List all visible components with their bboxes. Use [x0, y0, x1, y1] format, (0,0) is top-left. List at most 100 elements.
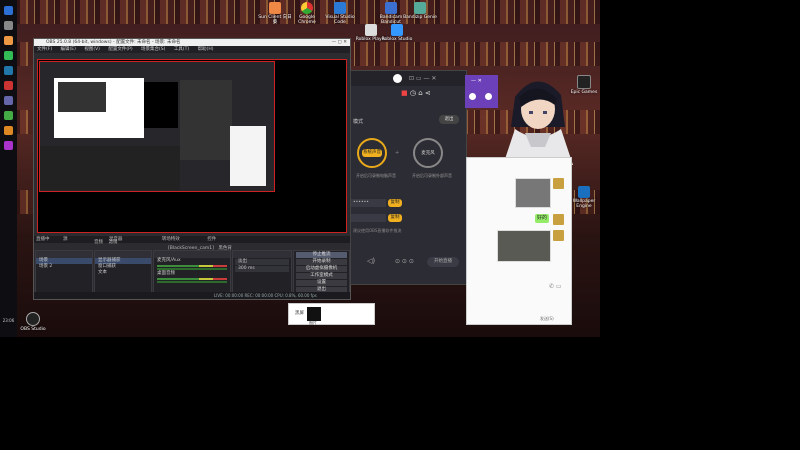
home-icon[interactable]: ⌂ [418, 89, 422, 97]
virtual-camera-button[interactable]: 启动虚拟摄像机 [296, 266, 347, 272]
roblox-icon [365, 24, 377, 36]
obs-hint: 建议使用OBS直播软件推流 [353, 228, 402, 233]
help-icon[interactable] [485, 93, 492, 100]
chrome-icon [301, 2, 313, 14]
stream-key-field[interactable]: •••••• [351, 199, 386, 207]
desktop-icon-label: Wallpaper Engine [572, 199, 596, 209]
transitions-dock-header [233, 251, 291, 258]
nested-app [180, 80, 232, 160]
menu-file[interactable]: 文件(F) [37, 47, 52, 52]
menu-edit[interactable]: 编辑(E) [61, 47, 76, 52]
volume-slider[interactable] [157, 281, 227, 283]
settings-button[interactable]: 设置 [296, 280, 347, 286]
filter-tab[interactable]: 滤镜 [108, 240, 117, 245]
avatar[interactable] [553, 178, 564, 189]
desktop-icon-vscode[interactable]: Visual Studio Code [323, 2, 357, 25]
menu-profile[interactable]: 配置文件(P) [108, 47, 132, 52]
copy-key-button[interactable]: 复制 [388, 199, 402, 207]
bandicam-icon [385, 2, 397, 14]
quit-button[interactable]: 退出 [439, 115, 459, 124]
window-title: OBS 25.0.8 (64-bit, windows) - 配置文件: 未命名… [46, 40, 181, 45]
mic-toggle[interactable]: 麦克风 [413, 138, 443, 168]
clock[interactable]: 23:06 [0, 318, 17, 323]
desktop-icon-bandizip[interactable]: Bandizip Genie [403, 2, 437, 20]
vscode-icon[interactable] [4, 66, 13, 75]
app-icon[interactable] [4, 141, 13, 150]
menu-view[interactable]: 视图(V) [84, 47, 100, 52]
obs-titlebar[interactable]: OBS 25.0.8 (64-bit, windows) - 配置文件: 未命名… [34, 39, 350, 46]
add-icon[interactable] [469, 93, 476, 100]
desktop-icon-chrome[interactable]: Google Chrome [290, 2, 324, 25]
settings-icons[interactable]: ⊙ ⊙ ⊙ [395, 258, 414, 265]
popup-caption2: 图片 [309, 320, 317, 325]
obs-preview[interactable] [37, 59, 347, 233]
avatar[interactable] [553, 214, 564, 225]
folder-icon[interactable] [4, 126, 13, 135]
start-live-button[interactable]: 开始直播 [427, 257, 459, 267]
share-icon[interactable]: ⋖ [425, 89, 431, 97]
copy-url-button[interactable]: 复制 [388, 214, 402, 222]
sources-dock-header [95, 251, 151, 258]
anime-character-image [503, 81, 573, 165]
scene-item[interactable]: 场景 2 [36, 264, 92, 270]
menu-tools[interactable]: 工具(T) [174, 47, 189, 52]
obs-window[interactable]: OBS 25.0.8 (64-bit, windows) - 配置文件: 未命名… [33, 38, 351, 300]
studio-mode-button[interactable]: 工作室模式 [296, 273, 347, 279]
stop-streaming-button[interactable]: 停止推流 [296, 252, 347, 258]
menu-help[interactable]: 帮助(H) [198, 47, 214, 52]
toolbar-icons[interactable]: ■ ◷ ⌂ ⋖ [401, 89, 431, 97]
obs-menubar: 文件(F) 编辑(E) 视图(V) 配置文件(P) 场景集合(S) 工具(T) … [34, 46, 350, 53]
server-url-field[interactable] [351, 214, 386, 222]
start-icon[interactable] [4, 6, 13, 15]
nested-capture [58, 82, 106, 112]
app-logo-icon [393, 74, 402, 83]
gift-icon[interactable]: ■ [401, 89, 408, 97]
purple-panel: — ✕ [465, 75, 498, 108]
desktop-icon-label: OBS Studio [20, 327, 46, 332]
system-audio-toggle[interactable]: 系统声音 [357, 138, 387, 168]
window-controls[interactable]: ⊡ ▭ — ✕ [409, 75, 436, 82]
volume-slider[interactable] [157, 268, 227, 270]
desktop-icon-obs[interactable]: OBS Studio [16, 312, 50, 332]
desktop-icon-roblox-studio[interactable]: Roblox Studio [380, 24, 414, 42]
mic-caption: 开启后可录制外部声音 [412, 173, 452, 178]
app-icon[interactable] [4, 81, 13, 90]
chat-image-bubble[interactable] [497, 230, 551, 262]
transitions-dock: 淡出 300 ms [232, 250, 292, 298]
phone-icon[interactable]: ✆ ▭ [549, 283, 562, 290]
audio-tab[interactable]: 音频 [94, 240, 103, 245]
chat-window[interactable]: 好的 ✆ ▭ 发送(S) [466, 157, 572, 325]
mixer-channel-label: 桌面音频 [157, 271, 175, 276]
app-icon[interactable] [4, 111, 13, 120]
chat-text-bubble[interactable]: 好的 [535, 214, 549, 223]
chrome-icon[interactable] [4, 36, 13, 45]
chat-image-bubble[interactable] [515, 178, 551, 208]
app-titlebar[interactable]: ⊡ ▭ — ✕ [351, 71, 466, 86]
dock-title-sources: 源 [62, 237, 68, 242]
menu-scene-collection[interactable]: 场景集合(S) [141, 47, 165, 52]
start-recording-button[interactable]: 开始录制 [296, 259, 347, 265]
send-button[interactable]: 发送(S) [540, 316, 554, 322]
window-controls[interactable]: — ▢ ✕ [332, 39, 347, 46]
taskbar: 23:06 [0, 0, 17, 337]
transition-select[interactable]: 淡出 [235, 259, 289, 265]
mixer-dock-header [154, 251, 230, 258]
avatar[interactable] [553, 230, 564, 241]
wechat-icon[interactable] [4, 51, 13, 60]
source-item[interactable]: 文本 [95, 270, 151, 276]
wallpaper-engine-icon [578, 186, 590, 198]
volume-icon[interactable]: ◁) [367, 257, 375, 265]
window-controls[interactable]: — ✕ [471, 78, 482, 84]
desktop-icon-sunlogin[interactable]: Sun Client 向日葵 [258, 2, 292, 25]
vscode-icon [334, 2, 346, 14]
roblox-studio-icon [391, 24, 403, 36]
obs-icon[interactable] [4, 96, 13, 105]
mixer-channel-label: 麦克风/Aux [157, 258, 181, 263]
history-icon[interactable]: ◷ [410, 89, 416, 97]
mic-label: 麦克风 [421, 151, 435, 156]
stream-app-window[interactable]: ⊡ ▭ — ✕ ■ ◷ ⌂ ⋖ 模式 退出 系统声音 + 麦克风 开启后可录制电… [350, 70, 467, 285]
image-preview-popup[interactable]: 黑屏 图片 [288, 303, 375, 325]
search-icon[interactable] [4, 21, 13, 30]
mixer-dock: 麦克风/Aux 桌面音频 [153, 250, 231, 298]
transition-duration[interactable]: 300 ms [235, 266, 289, 272]
